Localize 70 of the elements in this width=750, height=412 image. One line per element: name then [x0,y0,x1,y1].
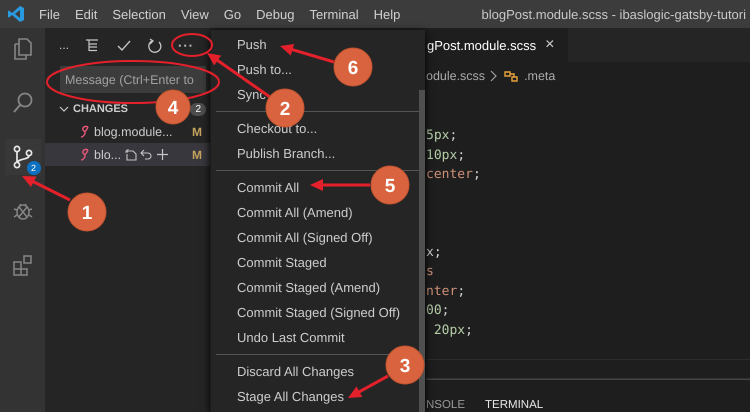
callout-marker: 1 [68,192,106,232]
refresh-icon[interactable] [147,38,162,52]
file-row[interactable]: blo... M [45,143,210,166]
menu-item[interactable]: Debug [256,6,294,22]
plus-icon [156,148,170,161]
code-line: 20px; [432,322,474,340]
search-icon [10,91,34,115]
symbol-icon [503,69,520,83]
editor-tab[interactable]: gPost.module.scss × [426,28,568,62]
menu-item[interactable]: Help [374,6,400,22]
menu-item[interactable]: Selection [112,6,166,22]
code-line: nter; [426,282,466,300]
highlight-ellipse [171,33,213,57]
code-line: center; [426,166,482,184]
count-badge: 2 [26,161,40,175]
callout-marker: 6 [334,48,372,86]
callout-marker: 5 [370,166,410,204]
chevron-icon [490,70,498,82]
undo-icon [140,148,154,161]
code-line: s [426,263,435,281]
scrollbar-thumb[interactable] [419,90,425,412]
app-logo-icon [7,5,25,23]
file-name: blog.module... [94,124,173,138]
branch-icon [10,145,34,169]
count-badge: 2 [190,102,206,116]
activity-item[interactable]: 2 [4,139,40,175]
menu-item[interactable]: Commit All (Amend) [237,200,353,225]
code-line: 00; [426,302,450,320]
tab-label: gPost.module.scss [427,38,536,52]
panel-tab[interactable]: NSOLE [426,399,465,411]
menu-item[interactable]: Commit Staged (Amend) [237,275,380,300]
menu-item[interactable]: Commit Staged (Signed Off) [237,300,400,325]
breadcrumb-item[interactable]: odule.scss [426,69,486,83]
menu-item[interactable]: Commit All [237,175,300,200]
menu-item[interactable]: Stage All Changes [237,384,344,409]
code-line: 10px; [426,146,466,164]
section-title[interactable]: CHANGES [73,103,128,115]
menu-item[interactable]: Undo Last Commit [237,325,345,350]
arrow [310,179,370,191]
sass-file-icon [79,124,91,138]
menu-item[interactable]: Discard All Changes [237,359,354,384]
menu-item[interactable]: Go [224,6,242,22]
message-input[interactable]: Message (Ctrl+Enter to [60,66,206,93]
menu-item[interactable]: Publish Branch... [237,141,336,166]
status-letter: M [192,148,202,162]
menu-item[interactable]: Push to... [237,57,292,82]
arrow [280,44,334,64]
arrow [22,176,71,202]
menu-item[interactable]: File [39,6,60,22]
file-name: blo... [94,148,122,162]
menu-item[interactable]: Commit Staged [237,250,327,275]
list-tree-icon[interactable] [85,38,100,52]
menu-item[interactable]: Edit [74,6,98,22]
more-button[interactable]: ... [59,38,70,52]
blocks-icon [10,253,34,277]
menu-item[interactable]: Commit All (Signed Off) [237,225,373,250]
callout-marker: 4 [156,90,190,124]
code-line: 5px; [426,127,458,145]
menu-item[interactable]: View [180,6,209,22]
menu-item[interactable]: Push [237,32,267,57]
status-letter: M [192,124,202,138]
callout-marker: 3 [386,346,424,384]
close-button[interactable]: × [545,36,554,54]
breadcrumb-item[interactable]: .meta [524,69,556,83]
code-line: x; [426,244,443,262]
window-title: blogPost.module.scss - ibaslogic-gatsby-tutori [482,6,747,22]
sass-file-icon [79,148,91,162]
panel-tab[interactable]: TERMINAL [485,399,544,411]
menu-item[interactable]: Terminal [309,6,359,22]
open-file-icon [124,148,138,161]
